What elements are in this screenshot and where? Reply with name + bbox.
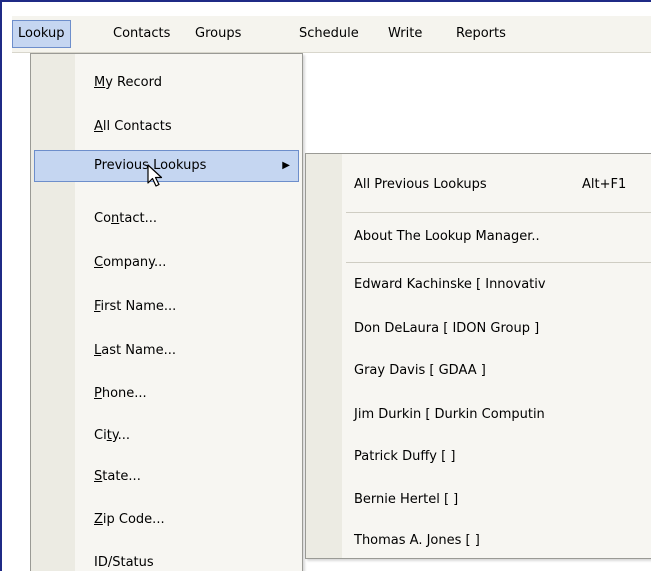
menu-item-company[interactable]: Company...: [31, 246, 302, 280]
menu-item-all-contacts[interactable]: All Contacts: [31, 110, 302, 144]
recent-lookup-item[interactable]: Bernie Hertel [ ]: [354, 483, 651, 517]
menu-item-label: ID/Status: [94, 555, 154, 570]
menu-item-accelerator: A: [94, 119, 103, 134]
menu-item-contact[interactable]: Contact...: [31, 202, 302, 236]
submenu-item-all-previous-lookups[interactable]: All Previous Lookups Alt+F1: [354, 168, 651, 202]
recent-lookup-item[interactable]: Thomas A. Jones [ ]: [354, 524, 651, 558]
recent-lookup-label: Edward Kachinske [ Innovativ: [354, 277, 546, 292]
recent-lookup-label: Patrick Duffy [ ]: [354, 449, 456, 464]
menu-reports[interactable]: Reports: [454, 21, 508, 47]
recent-lookup-label: Don DeLaura [ IDON Group ]: [354, 321, 540, 336]
app-window: Lookup Contacts Groups Schedule Write Re…: [0, 0, 651, 571]
menu-item-last-name[interactable]: Last Name...: [31, 334, 302, 368]
recent-lookup-item[interactable]: Gray Davis [ GDAA ]: [354, 354, 651, 388]
menu-item-phone[interactable]: Phone...: [31, 377, 302, 411]
menu-contacts[interactable]: Contacts: [111, 21, 172, 47]
submenu-separator: [346, 212, 651, 213]
menu-item-label: ll Contacts: [102, 119, 172, 134]
menu-item-accelerator: C: [94, 255, 104, 270]
submenu-gutter: [306, 154, 342, 558]
menu-lookup[interactable]: Lookup: [12, 20, 71, 48]
menu-item-previous-lookups[interactable]: Previous Lookups ▶: [34, 150, 299, 182]
submenu-item-label: All Previous Lookups: [354, 177, 487, 192]
submenu-separator: [346, 262, 651, 263]
menu-item-label: Co: [94, 211, 112, 226]
menu-item-my-record[interactable]: My Record: [31, 66, 302, 100]
menu-item-label: y...: [111, 428, 131, 443]
recent-lookup-item[interactable]: Patrick Duffy [ ]: [354, 440, 651, 474]
menu-item-id-status[interactable]: ID/Status: [31, 546, 302, 571]
previous-lookups-submenu: All Previous Lookups Alt+F1 About The Lo…: [305, 153, 651, 559]
menu-item-accelerator: M: [94, 75, 106, 90]
submenu-item-about-lookup-manager[interactable]: About The Lookup Manager..: [354, 220, 651, 254]
lookup-dropdown-menu: My Record All Contacts Previous Lookups …: [30, 53, 303, 571]
menu-item-zip-code[interactable]: Zip Code...: [31, 503, 302, 537]
recent-lookup-label: Bernie Hertel [ ]: [354, 492, 459, 507]
mouse-pointer-icon: [147, 164, 163, 187]
menu-item-label: ast Name...: [101, 343, 176, 358]
menu-item-state[interactable]: State...: [31, 460, 302, 494]
menu-groups[interactable]: Groups: [193, 21, 243, 47]
shortcut-label: Alt+F1: [582, 177, 627, 192]
recent-lookup-item[interactable]: Don DeLaura [ IDON Group ]: [354, 312, 651, 346]
menu-item-label: hone...: [101, 386, 147, 401]
recent-lookup-item[interactable]: Jim Durkin [ Durkin Computin: [354, 398, 651, 432]
menu-item-accelerator: Z: [94, 512, 103, 527]
submenu-arrow-icon: ▶: [282, 160, 290, 171]
recent-lookup-label: Gray Davis [ GDAA ]: [354, 363, 486, 378]
menu-item-label: tact...: [119, 211, 157, 226]
submenu-item-label: About The Lookup Manager..: [354, 229, 540, 244]
recent-lookup-item[interactable]: Edward Kachinske [ Innovativ: [354, 268, 651, 302]
menu-item-label: ip Code...: [102, 512, 165, 527]
menu-item-label: tate...: [102, 469, 141, 484]
recent-lookup-label: Thomas A. Jones [ ]: [354, 533, 480, 548]
menu-bar: Lookup Contacts Groups Schedule Write Re…: [12, 16, 651, 53]
recent-lookup-label: Jim Durkin [ Durkin Computin: [354, 407, 545, 422]
menu-item-city[interactable]: City...: [31, 419, 302, 453]
menu-item-first-name[interactable]: First Name...: [31, 290, 302, 324]
menu-item-label: Ci: [94, 428, 107, 443]
menu-item-label: ompany...: [103, 255, 167, 270]
menu-schedule[interactable]: Schedule: [297, 21, 361, 47]
menu-item-accelerator: P: [94, 386, 102, 401]
menu-item-label: y Record: [105, 75, 162, 90]
menu-item-label: irst Name...: [100, 299, 177, 314]
menu-write[interactable]: Write: [386, 21, 424, 47]
